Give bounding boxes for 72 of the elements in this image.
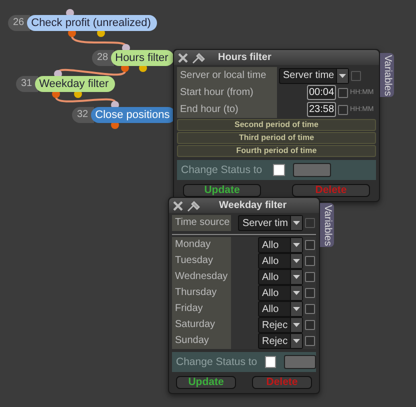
time-field[interactable]: 23:58 (307, 102, 336, 117)
section-header[interactable]: Second period of time (177, 119, 376, 131)
node-label[interactable]: Check profit (unrealized) (27, 15, 157, 31)
field-label: Change Status to (181, 164, 264, 176)
node-label[interactable]: Close positions (91, 107, 176, 123)
allow-dropdown[interactable]: Allo (258, 301, 303, 317)
update-button[interactable]: Update (183, 184, 261, 197)
connector-line (71, 36, 127, 47)
day-label: Friday (172, 301, 231, 317)
connector-line (57, 68, 126, 76)
update-button[interactable]: Update (176, 376, 236, 389)
checkbox[interactable] (305, 218, 315, 228)
checkbox[interactable] (338, 104, 348, 114)
caret-icon (336, 68, 348, 82)
time-dropdown[interactable]: Server time (279, 68, 350, 84)
day-label: Tuesday (172, 253, 231, 269)
node-number: 28 (92, 50, 114, 66)
checkbox[interactable] (305, 288, 315, 298)
node-number: 31 (16, 76, 38, 92)
status-field[interactable] (284, 355, 316, 369)
allow-dropdown[interactable]: Rejec (258, 317, 303, 333)
window-title: Weekday filter (219, 200, 287, 211)
checkbox[interactable] (338, 88, 348, 98)
checkbox[interactable] (305, 272, 315, 282)
allow-dropdown[interactable]: Allo (258, 285, 303, 301)
caret-icon (290, 286, 302, 300)
node-label[interactable]: Weekday filter (35, 76, 115, 92)
section-header[interactable]: Fourth period of time (177, 145, 376, 157)
day-label: Saturday (172, 317, 231, 333)
checkbox[interactable] (305, 304, 315, 314)
field-label: Time source (172, 215, 231, 231)
day-label: Monday (172, 237, 231, 253)
allow-dropdown[interactable]: Allo (258, 237, 303, 253)
close-icon[interactable] (178, 52, 188, 62)
checkbox[interactable] (305, 320, 315, 330)
caret-icon (290, 238, 302, 252)
caret-icon (290, 270, 302, 284)
allow-dropdown[interactable]: Rejec (258, 333, 303, 349)
window-title: Hours filter (218, 52, 272, 63)
time-dropdown[interactable]: Server tim (238, 215, 303, 231)
caret-icon (290, 302, 302, 316)
checkbox[interactable] (273, 164, 285, 176)
field-label: Change Status to (176, 356, 258, 368)
connector-line (55, 96, 116, 103)
variables-tab[interactable]: Variables (380, 53, 394, 97)
allow-dropdown[interactable]: Allo (258, 253, 303, 269)
pin-icon[interactable] (192, 52, 206, 64)
pin-icon[interactable] (187, 200, 201, 212)
field-label: End hour (to) (177, 101, 277, 118)
day-label: Thursday (172, 285, 231, 301)
status-field[interactable] (293, 163, 331, 177)
checkbox[interactable] (305, 256, 315, 266)
field-label: Start hour (from) (177, 84, 277, 101)
node-label[interactable]: Hours filter (111, 50, 174, 66)
node-number: 26 (8, 15, 30, 31)
variables-tab[interactable]: Variables (320, 203, 334, 247)
checkbox[interactable] (351, 70, 362, 80)
caret-icon (290, 254, 302, 268)
allow-dropdown[interactable]: Allo (258, 269, 303, 285)
checkbox[interactable] (265, 356, 276, 368)
field-label: Server or local time (177, 67, 277, 84)
checkbox[interactable] (305, 240, 315, 250)
time-field[interactable]: 00:04 (307, 85, 336, 100)
caret-icon (290, 318, 302, 332)
section-header[interactable]: Third period of time (177, 132, 376, 144)
caret-icon (290, 334, 302, 348)
checkbox[interactable] (305, 336, 315, 346)
close-icon[interactable] (173, 200, 183, 210)
caret-icon (290, 216, 302, 230)
day-label: Sunday (172, 333, 231, 349)
day-label: Wednesday (172, 269, 231, 285)
node-number: 32 (72, 107, 94, 123)
